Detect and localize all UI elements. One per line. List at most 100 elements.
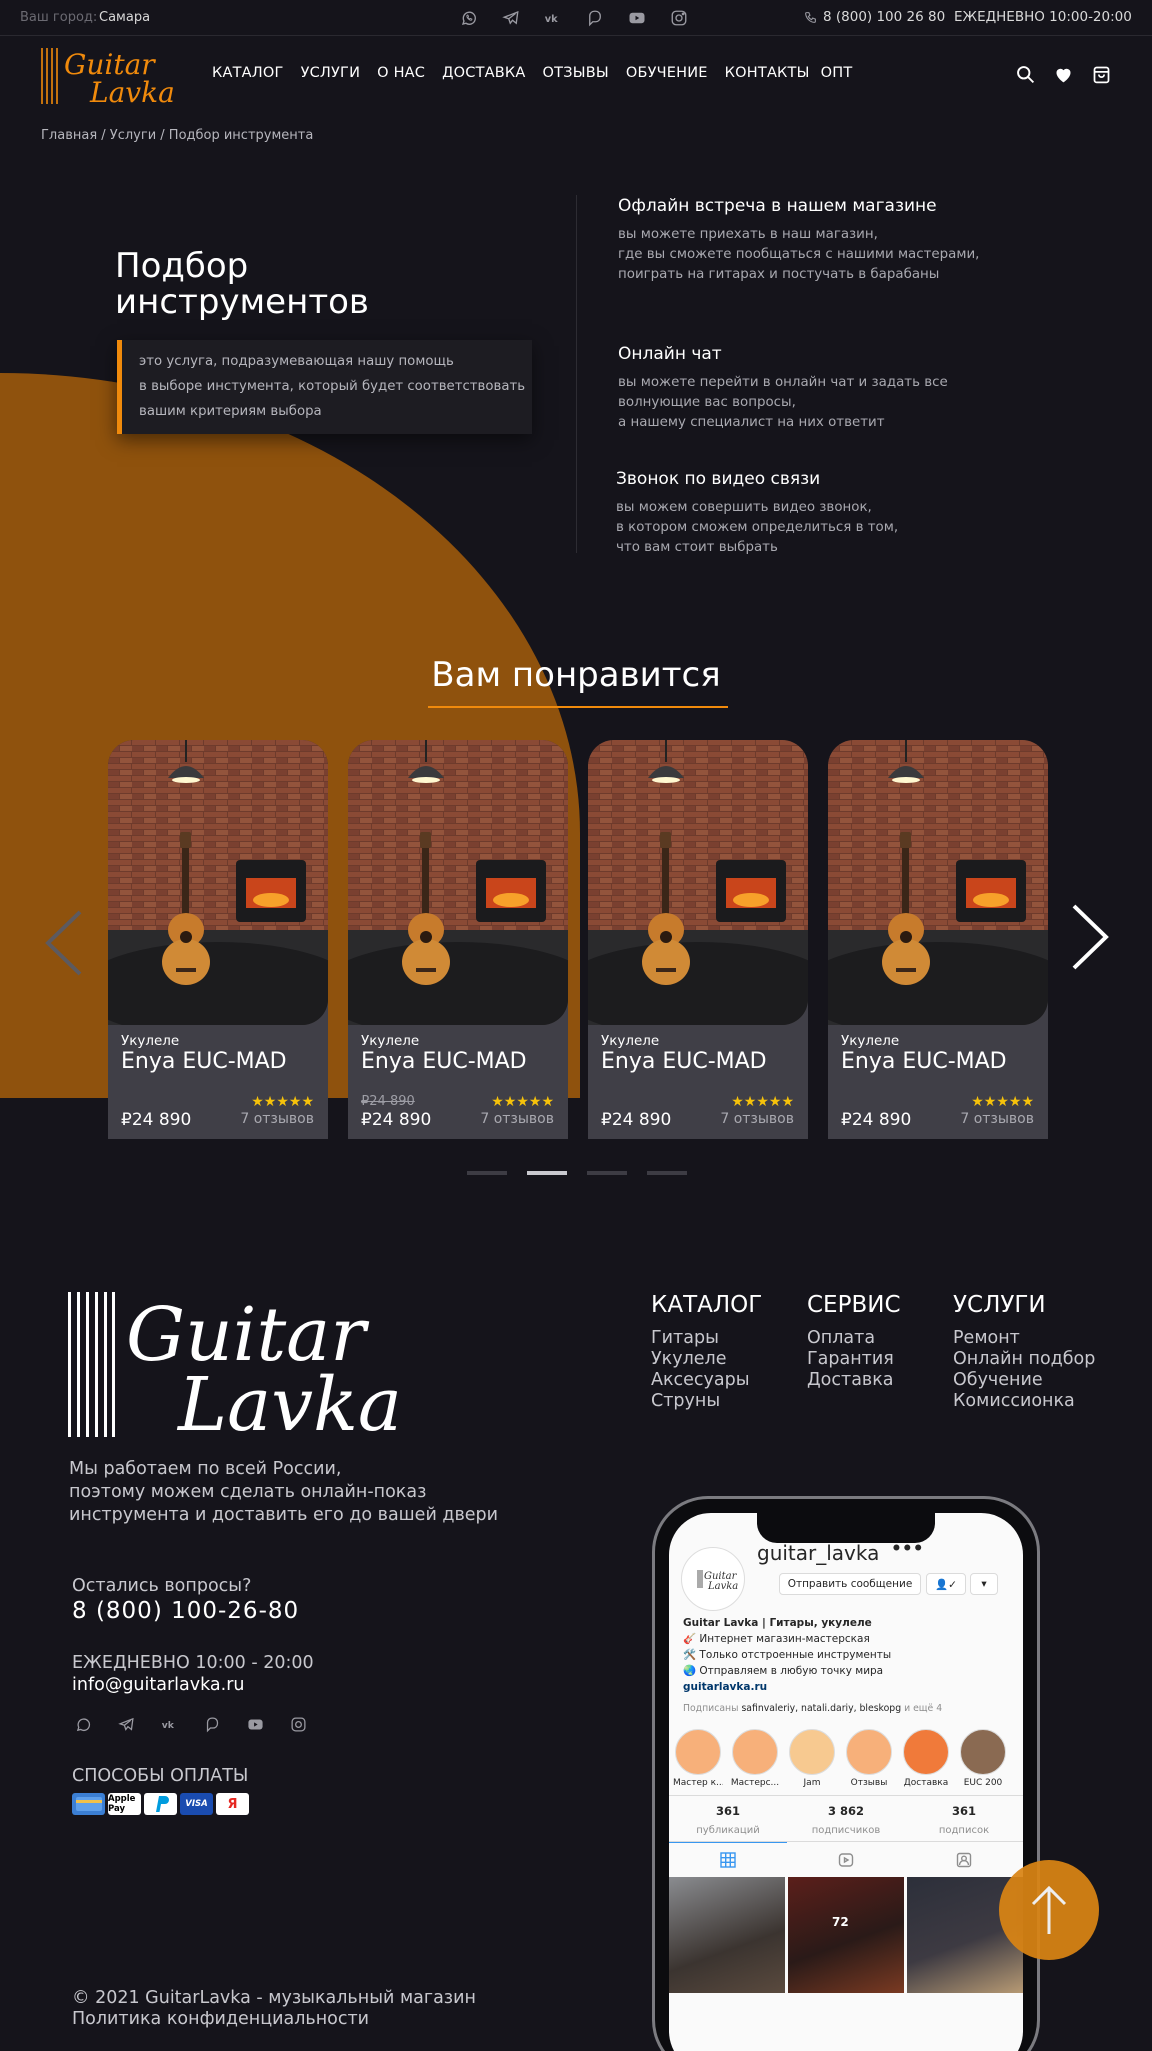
product-name[interactable]: Enya EUC-MAD [121,1049,287,1074]
reviews-count[interactable]: 7 отзывов [960,1111,1034,1127]
product-name[interactable]: Enya EUC-MAD [841,1049,1007,1074]
instagram-icon[interactable] [287,1713,309,1735]
telegram-icon[interactable] [500,7,522,29]
top-phone[interactable]: 8 (800) 100 26 80 [804,9,945,25]
stat-followers[interactable]: 3 862 подписчиков [787,1796,905,1841]
product-price: ₽24 890 [601,1110,672,1130]
chevron-down-icon[interactable]: ▾ [970,1573,998,1595]
follow-icon[interactable]: 👤✓ [926,1573,966,1595]
nav-learning[interactable]: ОБУЧЕНИЕ [626,65,708,81]
instagram-phone-mockup[interactable]: Guitar Lavka guitar_lavka ••• Отправить с… [652,1496,1040,2051]
product-name[interactable]: Enya EUC-MAD [601,1049,767,1074]
tagged-icon[interactable] [905,1842,1023,1877]
vk-icon[interactable]: vk [542,7,564,29]
reviews-count[interactable]: 7 отзывов [240,1111,314,1127]
product-image[interactable] [588,740,808,1025]
grid-icon[interactable] [669,1842,787,1877]
breadcrumb[interactable]: Главная / Услуги / Подбор инструмента [41,128,313,143]
vk-icon[interactable]: vk [158,1713,180,1735]
search-icon[interactable] [1013,62,1037,86]
product-info: Укулеле Enya EUC-MAD ₽24 890 ★★★★★ 7 отзывов [828,965,1048,1139]
footer-link[interactable]: Аксесуары [651,1370,762,1391]
youtube-icon[interactable] [626,7,648,29]
nav-catalog[interactable]: КАТАЛОГ [212,65,284,81]
product-image[interactable] [348,740,568,1025]
footer-col-title[interactable]: УСЛУГИ [953,1292,1095,1318]
instagram-icon[interactable] [668,7,690,29]
nav-delivery[interactable]: ДОСТАВКА [442,65,525,81]
pagination-dot[interactable] [587,1171,627,1175]
footer-link[interactable]: Гитары [651,1328,762,1349]
highlight-cover [903,1729,949,1775]
cart-icon[interactable] [1089,62,1113,86]
footer-hours: ЕЖЕДНЕВНО 10:00 - 20:00 [72,1653,314,1673]
nav-wholesale[interactable]: ОПТ [821,65,853,81]
yandex-pay-icon: Я [216,1793,249,1815]
footer-link[interactable]: Оплата [807,1328,901,1349]
nav-services[interactable]: УСЛУГИ [301,65,361,81]
footer-link[interactable]: Доставка [807,1370,901,1391]
story-highlight[interactable]: Мастерс... [730,1729,780,1788]
followed-by[interactable]: Подписаны safinvaleriy, natali.dariy, bl… [683,1703,942,1714]
story-highlight[interactable]: Доставка [901,1729,951,1788]
bio-link[interactable]: guitarlavka.ru [683,1681,767,1693]
product-name[interactable]: Enya EUC-MAD [361,1049,527,1074]
viber-icon[interactable] [584,7,606,29]
product-card[interactable]: Укулеле Enya EUC-MAD ₽24 890 ★★★★★ 7 отзывов [588,740,808,1139]
footer-link[interactable]: Ремонт [953,1328,1095,1349]
story-highlight[interactable]: Jam [787,1729,837,1788]
city-selector[interactable]: Самара [99,10,150,25]
viber-icon[interactable] [201,1713,223,1735]
footer-link[interactable]: Комиссионка [953,1391,1095,1412]
nav-about[interactable]: О НАС [377,65,425,81]
feature-text: волнующие вас вопросы, [618,395,796,410]
story-highlight[interactable]: Отзывы [844,1729,894,1788]
nav-reviews[interactable]: ОТЗЫВЫ [543,65,609,81]
logo-text-2: Lavka [89,76,175,106]
product-image[interactable] [828,740,1048,1025]
story-highlight[interactable]: EUC 200 [958,1729,1008,1788]
product-category: Укулеле [841,1033,900,1049]
scroll-to-top-button[interactable] [999,1860,1099,1960]
story-highlight[interactable]: Мастер к... [673,1729,723,1788]
footer-phone[interactable]: 8 (800) 100-26-80 [72,1598,299,1624]
product-card[interactable]: Укулеле Enya EUC-MAD ₽24 890 ₽24 890 ★★★★★ 7 … [348,740,568,1139]
feature-text: в котором сможем определиться в том, [616,520,899,535]
carousel-prev-button[interactable] [44,910,84,980]
product-image[interactable] [108,740,328,1025]
stat-posts[interactable]: 361 публикаций [669,1796,787,1841]
footer-link[interactable]: Гарантия [807,1349,901,1370]
stat-following[interactable]: 361 подписок [905,1796,1023,1841]
pagination-dot[interactable] [467,1171,507,1175]
pagination-dot[interactable] [647,1171,687,1175]
page-title: Подбор инструментов [115,248,495,320]
product-card[interactable]: Укулеле Enya EUC-MAD ₽24 890 ★★★★★ 7 отзывов [828,740,1048,1139]
footer-link[interactable]: Онлайн подбор [953,1349,1095,1370]
heart-icon[interactable] [1051,62,1075,86]
reviews-count[interactable]: 7 отзывов [480,1111,554,1127]
footer-col-title[interactable]: КАТАЛОГ [651,1292,762,1318]
reviews-count[interactable]: 7 отзывов [720,1111,794,1127]
pagination-dot[interactable] [527,1171,567,1175]
carousel-next-button[interactable] [1070,904,1110,974]
header-logo[interactable]: Guitar Lavka [40,46,190,109]
product-card[interactable]: Укулеле Enya EUC-MAD ₽24 890 ★★★★★ 7 отзывов [108,740,328,1139]
footer-email[interactable]: info@guitarlavka.ru [72,1675,245,1695]
privacy-link[interactable]: Политика конфиденциальности [72,2009,476,2030]
instagram-post[interactable]: 72 [788,1877,904,1993]
reels-icon[interactable] [787,1842,905,1877]
telegram-icon[interactable] [115,1713,137,1735]
feature-text: вы можем совершить видео звонок, [616,500,872,515]
whatsapp-icon[interactable] [72,1713,94,1735]
send-message-button[interactable]: Отправить сообщение [779,1573,921,1595]
footer-link[interactable]: Укулеле [651,1349,762,1370]
title-line-2: инструментов [115,282,369,322]
youtube-icon[interactable] [244,1713,266,1735]
footer-link[interactable]: Обучение [953,1370,1095,1391]
footer-link[interactable]: Струны [651,1391,762,1412]
instagram-post[interactable] [669,1877,785,1993]
nav-contacts[interactable]: КОНТАКТЫ [725,65,810,81]
footer-logo[interactable]: Guitar Lavka [68,1292,428,1448]
whatsapp-icon[interactable] [458,7,480,29]
footer-col-title[interactable]: СЕРВИС [807,1292,901,1318]
